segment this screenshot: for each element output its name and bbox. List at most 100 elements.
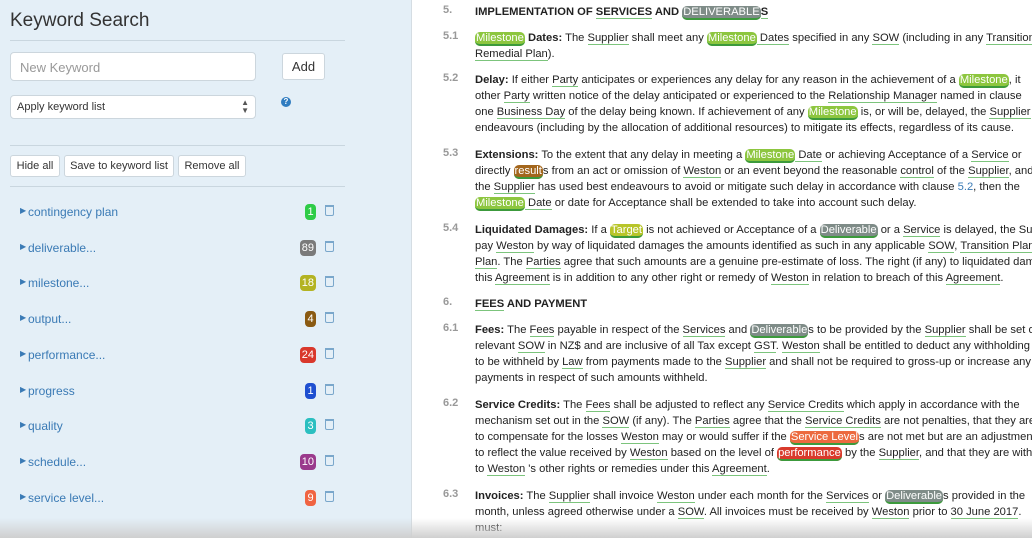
clause-number: 5.3 — [443, 147, 459, 159]
trash-icon[interactable] — [325, 205, 334, 216]
defined-term: Weston — [657, 490, 695, 503]
select-arrows-icon: ▲ ▼ — [241, 98, 249, 115]
document-line: relevant SOW in NZ$ and are inclusive of… — [475, 338, 1030, 354]
keyword-label[interactable]: performance... — [28, 348, 105, 362]
keyword-list-select[interactable]: Apply keyword list ▲ ▼ — [10, 95, 256, 119]
defined-term: GST — [754, 340, 776, 353]
defined-term: Date — [795, 149, 822, 162]
defined-term: Supplier — [968, 165, 1009, 178]
text: , and that they are without prejudice — [919, 447, 1032, 459]
expand-chevron-icon[interactable]: ▶ — [20, 242, 26, 251]
hide-all-button[interactable]: Hide all — [10, 155, 60, 177]
keyword-highlight[interactable]: Milestone — [745, 149, 796, 163]
keyword-item[interactable]: ▶ performance... 24 — [18, 346, 338, 366]
trash-icon[interactable] — [325, 276, 334, 288]
keyword-highlight[interactable]: DELIVERABLE — [682, 6, 761, 20]
defined-term: Supplier — [878, 447, 920, 460]
keyword-highlight[interactable]: Service Level — [789, 431, 860, 445]
document-line: endeavours (including by the allocation … — [475, 120, 1014, 136]
keyword-highlight[interactable]: Milestone — [958, 74, 1009, 88]
text: To the extent that any delay in meeting … — [538, 149, 746, 161]
keyword-label[interactable]: contingency plan — [28, 205, 118, 219]
defined-term: Weston — [782, 340, 820, 353]
defined-term: Dates — [756, 32, 790, 45]
trash-icon[interactable] — [325, 347, 334, 359]
keyword-item[interactable]: ▶ output... 4 — [18, 310, 338, 330]
document-line: Milestone Date or date for Acceptance sh… — [475, 195, 917, 211]
match-count-badge: 9 — [305, 489, 316, 506]
keyword-highlight[interactable]: Milestone — [706, 32, 757, 46]
add-button[interactable]: Add — [282, 53, 325, 80]
text: may or would suffer if the — [658, 431, 790, 443]
trash-icon[interactable] — [325, 383, 334, 395]
trash-icon[interactable] — [325, 312, 334, 324]
keyword-highlight[interactable]: Deliverable — [819, 224, 878, 238]
trash-icon[interactable] — [325, 240, 334, 252]
expand-chevron-icon[interactable]: ▶ — [20, 420, 26, 429]
keyword-label[interactable]: quality — [28, 419, 63, 433]
keyword-label[interactable]: progress — [28, 384, 75, 398]
text: anticipates or experiences any delay for… — [578, 74, 959, 86]
defined-term: Agreement — [712, 463, 767, 476]
defined-term: Service Credits — [805, 415, 881, 428]
expand-chevron-icon[interactable]: ▶ — [20, 349, 26, 358]
text: or a — [877, 224, 904, 236]
keyword-label[interactable]: deliverable... — [28, 241, 96, 255]
text: based on the level of — [667, 447, 778, 459]
keyword-item[interactable]: ▶ service level... 9 — [18, 489, 338, 509]
keyword-item[interactable]: ▶ deliverable... 89 — [18, 239, 338, 259]
expand-chevron-icon[interactable]: ▶ — [20, 313, 26, 322]
defined-term: Relationship Manager — [828, 90, 938, 103]
defined-term: SOW — [872, 32, 900, 45]
expand-chevron-icon[interactable]: ▶ — [20, 277, 26, 286]
defined-term: Service — [903, 224, 941, 237]
text: or — [1008, 149, 1022, 161]
keyword-label[interactable]: milestone... — [28, 276, 89, 290]
remove-all-button[interactable]: Remove all — [178, 155, 246, 177]
keyword-highlight[interactable]: Milestone — [475, 32, 525, 46]
keyword-label[interactable]: service level... — [28, 491, 104, 505]
keyword-item[interactable]: ▶ contingency plan 1 — [18, 203, 338, 223]
expand-chevron-icon[interactable]: ▶ — [20, 456, 26, 465]
text: or — [868, 490, 886, 502]
clause-heading: Dates: — [524, 32, 563, 44]
keyword-highlight[interactable]: result — [513, 165, 543, 179]
save-to-keyword-list-button[interactable]: Save to keyword list — [64, 155, 174, 177]
defined-term: Party — [503, 90, 530, 103]
keyword-highlight[interactable]: Milestone — [475, 197, 525, 211]
expand-chevron-icon[interactable]: ▶ — [20, 492, 26, 501]
text: (if any). The — [629, 415, 695, 427]
text: directly — [475, 165, 514, 177]
text: payments in respect of such amounts with… — [475, 372, 708, 384]
text: of the delay being known. If achievement… — [565, 106, 808, 118]
keyword-item[interactable]: ▶ milestone... 18 — [18, 274, 338, 294]
keyword-highlight[interactable]: Milestone — [807, 106, 858, 120]
trash-icon[interactable] — [325, 454, 334, 466]
expand-chevron-icon[interactable]: ▶ — [20, 385, 26, 394]
trash-icon[interactable] — [325, 490, 334, 502]
text: The — [562, 32, 588, 44]
question-circle-icon[interactable]: ? — [281, 97, 291, 107]
text: endeavours (including by the allocation … — [475, 122, 1014, 134]
keyword-item[interactable]: ▶ progress 1 — [18, 382, 338, 402]
text: agree that the — [729, 415, 806, 427]
document-line: directly results from an act or omission… — [475, 163, 1032, 179]
defined-term: Supplier — [548, 490, 590, 503]
match-count-badge: 1 — [305, 204, 316, 220]
keyword-highlight[interactable]: Deliverable — [885, 490, 944, 504]
clause-number: 6.3 — [443, 488, 459, 500]
keyword-highlight[interactable]: Target — [609, 224, 643, 238]
keyword-highlight[interactable]: performance — [777, 447, 842, 461]
keyword-label[interactable]: output... — [28, 312, 71, 326]
keyword-highlight[interactable]: Deliverable — [750, 324, 809, 338]
trash-icon[interactable] — [325, 419, 334, 431]
expand-chevron-icon[interactable]: ▶ — [20, 206, 26, 215]
clause-number: 5.2 — [443, 72, 459, 84]
match-count-badge: 89 — [299, 239, 316, 256]
keyword-item[interactable]: ▶ quality 3 — [18, 417, 338, 437]
keyword-label[interactable]: schedule... — [28, 455, 86, 469]
keyword-item[interactable]: ▶ schedule... 10 — [18, 453, 338, 473]
new-keyword-input[interactable]: New Keyword — [10, 52, 256, 81]
clause-link[interactable]: 5.2 — [958, 181, 974, 193]
clause-number: 6.2 — [443, 397, 459, 409]
